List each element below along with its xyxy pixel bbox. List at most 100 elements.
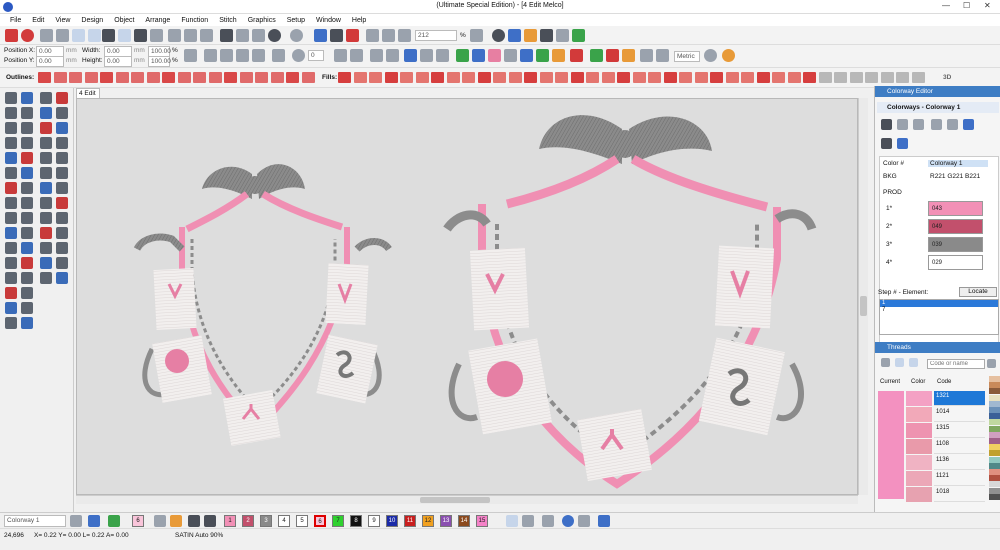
- palette-color-chip[interactable]: [989, 400, 1000, 407]
- menu-help[interactable]: Help: [352, 17, 366, 24]
- colorway-color-swatch[interactable]: 043: [928, 201, 983, 216]
- flip-icon[interactable]: [236, 49, 249, 62]
- menu-file[interactable]: File: [10, 17, 21, 24]
- fill-stitch-icon[interactable]: [896, 72, 909, 83]
- welding-icon[interactable]: [420, 49, 433, 62]
- step-list[interactable]: 1 7: [879, 299, 999, 335]
- digitizing-tool-icon[interactable]: [5, 302, 17, 314]
- digitizing-tool-icon[interactable]: [21, 92, 33, 104]
- arrow-left-icon[interactable]: [931, 119, 942, 130]
- rotation-input[interactable]: 0: [308, 50, 324, 61]
- branching-icon[interactable]: [404, 49, 417, 62]
- save-icon[interactable]: [134, 29, 147, 42]
- digitizing-tool-icon[interactable]: [5, 287, 17, 299]
- outline-stitch-icon[interactable]: [100, 72, 113, 83]
- thread-color-swatch[interactable]: [906, 439, 932, 454]
- digitizing-tool-icon[interactable]: [40, 92, 52, 104]
- document-tab[interactable]: 4 Edit: [76, 88, 100, 98]
- digitizing-tool-icon[interactable]: [5, 317, 17, 329]
- thread-color-swatch[interactable]: [906, 455, 932, 470]
- palette-color-chip[interactable]: [989, 431, 1000, 438]
- settings-gear-icon[interactable]: [704, 49, 717, 62]
- color-grid-icon[interactable]: [88, 515, 100, 527]
- digitizing-tool-icon[interactable]: [21, 167, 33, 179]
- fill-stitch-icon[interactable]: [694, 72, 708, 83]
- photo-stitch-icon[interactable]: [472, 49, 485, 62]
- digitizing-tool-icon[interactable]: [5, 212, 17, 224]
- digitizing-tool-icon[interactable]: [40, 212, 52, 224]
- horizontal-scrollbar[interactable]: [76, 495, 858, 504]
- thread-chart-icon[interactable]: [881, 358, 890, 367]
- palette-color-chip[interactable]: [989, 475, 1000, 482]
- align-icon[interactable]: [350, 49, 363, 62]
- digitizing-tool-icon[interactable]: [56, 122, 68, 134]
- hide-connectors-icon[interactable]: [572, 29, 585, 42]
- undo-icon[interactable]: [268, 29, 281, 42]
- outline-stitch-icon[interactable]: [286, 72, 299, 83]
- outline-stitch-icon[interactable]: [177, 72, 191, 83]
- digitizing-tool-icon[interactable]: [21, 272, 33, 284]
- new-file-icon[interactable]: [102, 29, 115, 42]
- color-blend-icon[interactable]: [488, 49, 501, 62]
- digitizing-tool-icon[interactable]: [21, 182, 33, 194]
- palette-color-chip[interactable]: [989, 425, 1000, 432]
- digitizing-tool-icon[interactable]: [5, 272, 17, 284]
- fill-stitch-icon[interactable]: [493, 72, 506, 83]
- palette-color-chip[interactable]: [989, 481, 1000, 488]
- digitizing-tool-icon[interactable]: [56, 227, 68, 239]
- grayscale-icon[interactable]: [578, 515, 590, 527]
- rotate-left-icon[interactable]: [252, 49, 265, 62]
- fill-stitch-icon[interactable]: [632, 72, 646, 83]
- color-button[interactable]: 6: [314, 515, 326, 527]
- palette-color-chip[interactable]: [989, 382, 1000, 389]
- mirror-h-icon[interactable]: [204, 49, 217, 62]
- digitizing-tool-icon[interactable]: [56, 167, 68, 179]
- digitizing-tool-icon[interactable]: [5, 92, 17, 104]
- color-line-icon[interactable]: [542, 515, 554, 527]
- fill-stitch-icon[interactable]: [586, 72, 599, 83]
- colorway-dropdown-icon[interactable]: [70, 515, 82, 527]
- digitizing-tool-icon[interactable]: [21, 197, 33, 209]
- palette-color-chip[interactable]: [989, 456, 1000, 463]
- digitizing-tool-icon[interactable]: [5, 122, 17, 134]
- colorway-menu-icon[interactable]: [963, 119, 974, 130]
- properties-icon[interactable]: [200, 29, 213, 42]
- fill-stitch-icon[interactable]: [524, 72, 537, 83]
- menu-graphics[interactable]: Graphics: [248, 17, 276, 24]
- monogram-icon[interactable]: [536, 49, 549, 62]
- digitizing-tool-icon[interactable]: [40, 107, 52, 119]
- thread-options-icon[interactable]: [987, 359, 996, 368]
- edit-colorway-icon[interactable]: [897, 119, 908, 130]
- palette-color-chip[interactable]: [989, 419, 1000, 426]
- wand-icon[interactable]: [722, 49, 735, 62]
- current-color-button[interactable]: 6: [132, 515, 144, 527]
- color-button[interactable]: 11: [404, 515, 416, 527]
- outline-stitch-icon[interactable]: [208, 72, 222, 83]
- print-icon[interactable]: [150, 29, 163, 42]
- digitizing-tool-icon[interactable]: [56, 257, 68, 269]
- digitizing-tool-icon[interactable]: [40, 182, 52, 194]
- layout-icon[interactable]: [656, 49, 669, 62]
- export-icon[interactable]: [168, 29, 181, 42]
- locate-button[interactable]: Locate: [959, 287, 997, 297]
- outline-stitch-icon[interactable]: [115, 72, 129, 83]
- digitizing-tool-icon[interactable]: [40, 197, 52, 209]
- chenille-icon[interactable]: [520, 49, 533, 62]
- palette-color-chip[interactable]: [989, 469, 1000, 475]
- thread-code[interactable]: 1121: [934, 471, 985, 486]
- select-all-icon[interactable]: [366, 29, 379, 42]
- stitch-player-icon[interactable]: [314, 29, 327, 42]
- digitizing-tool-icon[interactable]: [40, 257, 52, 269]
- hoop-view-icon[interactable]: [606, 49, 619, 62]
- outline-stitch-icon[interactable]: [69, 72, 82, 83]
- digitizing-tool-icon[interactable]: [5, 167, 17, 179]
- thread-filter-icon[interactable]: [895, 358, 904, 367]
- color-button[interactable]: 9: [368, 515, 380, 527]
- palette-color-chip[interactable]: [989, 487, 1000, 494]
- colorway-color-swatch[interactable]: 049: [928, 219, 983, 234]
- menu-stitch[interactable]: Stitch: [219, 17, 237, 24]
- design-library-icon[interactable]: [508, 29, 521, 42]
- fill-stitch-icon[interactable]: [446, 72, 460, 83]
- outline-stitch-icon[interactable]: [224, 72, 237, 83]
- palette-color-chip[interactable]: [989, 444, 1000, 451]
